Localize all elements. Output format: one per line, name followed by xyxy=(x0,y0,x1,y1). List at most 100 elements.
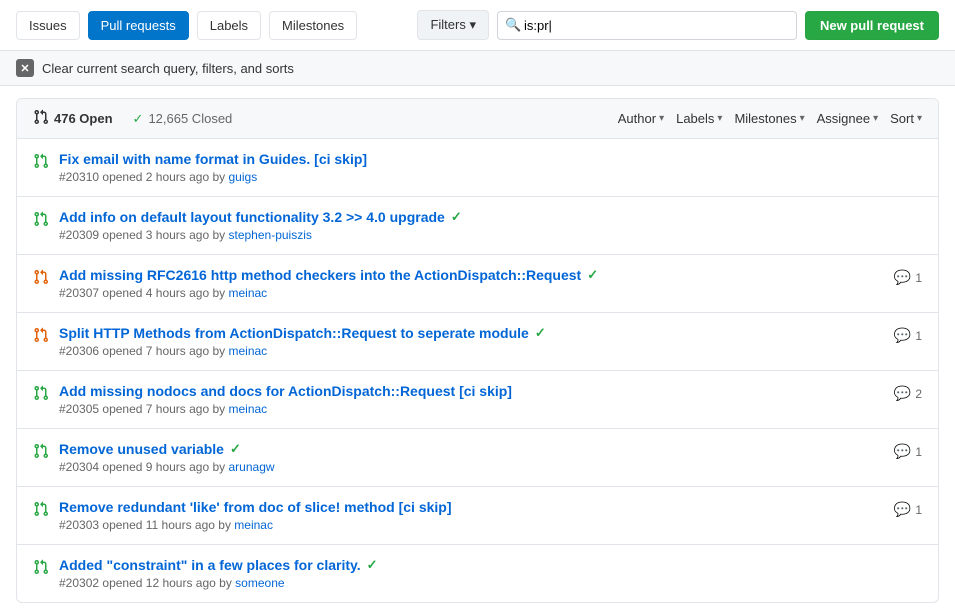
assignee-filter[interactable]: Assignee ▾ xyxy=(817,111,879,126)
comment-number: 1 xyxy=(915,503,922,517)
pr-time: opened 2 hours ago by xyxy=(102,170,228,184)
pr-meta: #20305 opened 7 hours ago by meinac xyxy=(59,402,884,416)
pr-number: #20305 xyxy=(59,402,99,416)
table-row: Fix email with name format in Guides. [c… xyxy=(17,139,938,197)
pr-title[interactable]: Fix email with name format in Guides. [c… xyxy=(59,151,912,167)
sort-caret: ▾ xyxy=(917,113,922,124)
bubble-icon: 💬 xyxy=(894,501,911,518)
pr-number: #20304 xyxy=(59,460,99,474)
sort-filter[interactable]: Sort ▾ xyxy=(890,111,922,126)
check-icon: ✓ xyxy=(133,111,144,127)
pr-type-icon xyxy=(33,153,49,172)
pr-meta: #20306 opened 7 hours ago by meinac xyxy=(59,344,884,358)
pr-author[interactable]: meinac xyxy=(229,344,268,358)
pr-content: Add missing RFC2616 http method checkers… xyxy=(59,267,884,300)
pr-time: opened 7 hours ago by xyxy=(102,402,228,416)
search-wrapper: 🔍 xyxy=(497,11,797,40)
search-icon: 🔍 xyxy=(505,17,521,33)
comment-count: 💬 1 xyxy=(894,443,922,460)
pr-right: 💬 1 xyxy=(894,327,922,344)
open-count-label: 476 Open xyxy=(54,111,113,126)
pr-meta: #20309 opened 3 hours ago by stephen-pui… xyxy=(59,228,912,242)
pr-content: Remove redundant 'like' from doc of slic… xyxy=(59,499,884,532)
search-input[interactable] xyxy=(497,11,797,40)
pr-items-container: Fix email with name format in Guides. [c… xyxy=(17,139,938,602)
table-row: Split HTTP Methods from ActionDispatch::… xyxy=(17,313,938,371)
top-bar: Issues Pull requests Labels Milestones F… xyxy=(0,0,955,51)
tab-pull-requests[interactable]: Pull requests xyxy=(88,11,189,40)
pr-content: Add missing nodocs and docs for ActionDi… xyxy=(59,383,884,416)
pr-number: #20307 xyxy=(59,286,99,300)
pull-requests-list: 476 Open ✓ 12,665 Closed Author ▾ Labels… xyxy=(16,98,939,603)
comment-number: 1 xyxy=(915,445,922,459)
pr-title[interactable]: Remove redundant 'like' from doc of slic… xyxy=(59,499,884,515)
pr-meta: #20304 opened 9 hours ago by arunagw xyxy=(59,460,884,474)
pr-right: 💬 2 xyxy=(894,385,922,402)
comment-count: 💬 1 xyxy=(894,269,922,286)
new-pull-request-button[interactable]: New pull request xyxy=(805,11,939,40)
pr-content: Add info on default layout functionality… xyxy=(59,209,912,242)
list-header: 476 Open ✓ 12,665 Closed Author ▾ Labels… xyxy=(17,99,938,139)
status-check: ✓ xyxy=(451,209,462,225)
pr-author[interactable]: guigs xyxy=(229,170,258,184)
pr-title[interactable]: Add info on default layout functionality… xyxy=(59,209,912,225)
pr-type-icon xyxy=(33,269,49,288)
pr-title[interactable]: Add missing nodocs and docs for ActionDi… xyxy=(59,383,884,399)
open-count: 476 Open xyxy=(33,109,113,128)
pr-content: Remove unused variable ✓ #20304 opened 9… xyxy=(59,441,884,474)
pr-type-icon xyxy=(33,211,49,230)
pr-author[interactable]: meinac xyxy=(229,286,268,300)
pr-author[interactable]: stephen-puiszis xyxy=(229,228,312,242)
pr-open-icon xyxy=(33,109,49,128)
pr-meta: #20307 opened 4 hours ago by meinac xyxy=(59,286,884,300)
comment-number: 1 xyxy=(915,329,922,343)
assignee-caret: ▾ xyxy=(873,113,878,124)
pr-title[interactable]: Added "constraint" in a few places for c… xyxy=(59,557,912,573)
filter-button[interactable]: Filters ▾ xyxy=(417,10,489,40)
milestones-filter[interactable]: Milestones ▾ xyxy=(734,111,804,126)
pr-title[interactable]: Split HTTP Methods from ActionDispatch::… xyxy=(59,325,884,341)
pr-meta: #20310 opened 2 hours ago by guigs xyxy=(59,170,912,184)
closed-count-label: 12,665 Closed xyxy=(148,111,232,126)
status-check: ✓ xyxy=(230,441,241,457)
pr-type-icon xyxy=(33,559,49,578)
clear-text: Clear current search query, filters, and… xyxy=(42,61,294,76)
table-row: Added "constraint" in a few places for c… xyxy=(17,545,938,602)
pr-author[interactable]: meinac xyxy=(234,518,273,532)
tab-milestones[interactable]: Milestones xyxy=(269,11,357,40)
bubble-icon: 💬 xyxy=(894,327,911,344)
pr-type-icon xyxy=(33,501,49,520)
bubble-icon: 💬 xyxy=(894,385,911,402)
pr-right: 💬 1 xyxy=(894,269,922,286)
pr-time: opened 7 hours ago by xyxy=(102,344,228,358)
closed-count: ✓ 12,665 Closed xyxy=(133,111,233,127)
milestones-caret: ▾ xyxy=(800,113,805,124)
comment-number: 1 xyxy=(915,271,922,285)
header-filters: Author ▾ Labels ▾ Milestones ▾ Assignee … xyxy=(618,111,922,126)
tab-labels[interactable]: Labels xyxy=(197,11,261,40)
pr-author[interactable]: arunagw xyxy=(229,460,275,474)
status-check: ✓ xyxy=(587,267,598,283)
pr-title[interactable]: Add missing RFC2616 http method checkers… xyxy=(59,267,884,283)
table-row: Remove redundant 'like' from doc of slic… xyxy=(17,487,938,545)
labels-filter[interactable]: Labels ▾ xyxy=(676,111,722,126)
pr-content: Added "constraint" in a few places for c… xyxy=(59,557,912,590)
pr-time: opened 9 hours ago by xyxy=(102,460,228,474)
pr-content: Fix email with name format in Guides. [c… xyxy=(59,151,912,184)
pr-meta: #20302 opened 12 hours ago by someone xyxy=(59,576,912,590)
pr-time: opened 11 hours ago by xyxy=(102,518,234,532)
author-filter[interactable]: Author ▾ xyxy=(618,111,664,126)
comment-count: 💬 1 xyxy=(894,501,922,518)
tab-issues[interactable]: Issues xyxy=(16,11,80,40)
pr-time: opened 4 hours ago by xyxy=(102,286,228,300)
pr-number: #20303 xyxy=(59,518,99,532)
pr-author[interactable]: someone xyxy=(235,576,284,590)
pr-number: #20309 xyxy=(59,228,99,242)
pr-meta: #20303 opened 11 hours ago by meinac xyxy=(59,518,884,532)
pr-author[interactable]: meinac xyxy=(229,402,268,416)
clear-icon[interactable]: ✕ xyxy=(16,59,34,77)
author-caret: ▾ xyxy=(659,113,664,124)
comment-count: 💬 1 xyxy=(894,327,922,344)
pr-title[interactable]: Remove unused variable ✓ xyxy=(59,441,884,457)
pr-right: 💬 1 xyxy=(894,501,922,518)
